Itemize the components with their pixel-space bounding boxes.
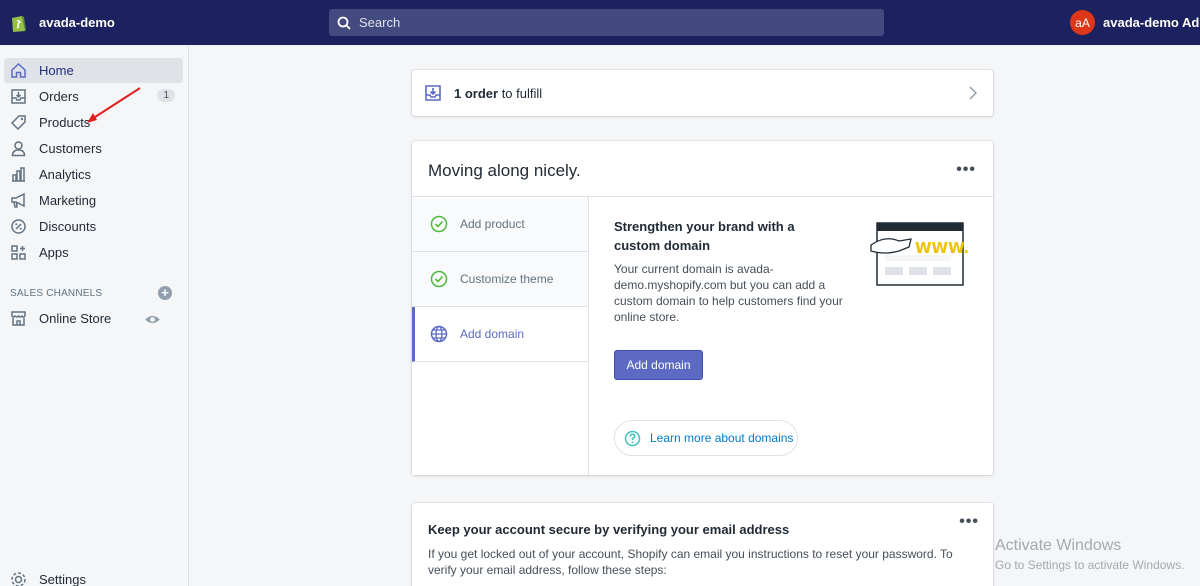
step-customize-theme[interactable]: Customize theme: [412, 252, 588, 307]
verify-email-title: Keep your account secure by verifying yo…: [428, 522, 790, 537]
windows-activation-watermark: Activate Windows Go to Settings to activ…: [995, 537, 1184, 572]
learn-more-domains-link[interactable]: Learn more about domains: [614, 420, 798, 456]
watermark-line-1: Activate Windows: [995, 537, 1122, 554]
verify-email-card: Keep your account secure by verifying yo…: [412, 503, 993, 586]
step-label: Add domain: [460, 327, 525, 341]
account-menu[interactable]: aA avada-demo Admin: [1070, 10, 1200, 35]
step-add-product[interactable]: Add product: [412, 197, 588, 252]
store-name: avada-demo: [39, 15, 115, 30]
check-circle-icon: [430, 215, 448, 233]
svg-text:WWW.: WWW.: [915, 239, 969, 257]
sidebar-item-online-store[interactable]: Online Store: [4, 306, 183, 331]
sidebar-item-label: Apps: [39, 245, 69, 260]
add-domain-button[interactable]: Add domain: [614, 350, 703, 380]
search-placeholder: Search: [359, 15, 401, 30]
steps-filler: [412, 363, 588, 475]
search-icon: [337, 16, 351, 30]
verify-email-description: If you get locked out of your account, S…: [428, 547, 953, 577]
apps-icon: [11, 245, 26, 260]
shopify-logo-icon: [12, 15, 26, 32]
step-add-domain[interactable]: Add domain: [412, 307, 588, 362]
more-actions-icon[interactable]: •••: [956, 161, 976, 179]
sidebar-item-discounts[interactable]: Discounts: [4, 214, 183, 239]
globe-icon: [430, 325, 448, 343]
sidebar-item-label: Customers: [39, 141, 102, 156]
help-circle-icon: [624, 430, 641, 446]
sidebar-item-label: Online Store: [39, 311, 112, 326]
download-tray-icon: [425, 85, 441, 101]
watermark-line-2: Go to Settings to activate Windows.: [995, 558, 1185, 572]
search-input[interactable]: Search: [329, 9, 884, 36]
top-bar: avada-demo Search aA avada-demo Admin: [0, 0, 1200, 45]
sidebar-item-label: Marketing: [39, 193, 97, 208]
check-circle-icon: [430, 270, 448, 288]
setup-steps-list: Add product Customize theme Add domain: [412, 197, 589, 475]
person-icon: [11, 141, 26, 157]
megaphone-icon: [11, 192, 25, 208]
store-brand[interactable]: avada-demo: [0, 13, 329, 33]
sales-channels-heading: SALES CHANNELS: [10, 288, 103, 299]
setup-progress-card: Moving along nicely. ••• Add product Cus…: [412, 141, 993, 475]
domain-description: Your current domain is avada-demo.myshop…: [614, 262, 843, 324]
sidebar-item-label: Products: [39, 115, 91, 130]
annotation-arrow-icon: [87, 87, 141, 123]
sidebar-item-home[interactable]: Home: [4, 58, 183, 83]
account-name: avada-demo Admin: [1103, 15, 1200, 30]
bar-chart-icon: [12, 167, 25, 182]
sidebar-item-customers[interactable]: Customers: [4, 136, 183, 161]
eye-icon[interactable]: [144, 311, 161, 328]
order-count: 1 order: [454, 85, 499, 101]
store-icon: [11, 311, 26, 326]
sidebar-item-settings[interactable]: Settings: [4, 567, 183, 586]
fulfill-suffix: to fulfill: [498, 85, 543, 101]
custom-domain-illustration: WWW.: [870, 222, 969, 286]
step-label: Add product: [460, 217, 525, 231]
sidebar-item-label: Analytics: [39, 167, 92, 182]
sidebar-item-apps[interactable]: Apps: [4, 240, 183, 265]
sidebar-item-label: Discounts: [39, 219, 97, 234]
progress-title: Moving along nicely.: [428, 161, 581, 180]
sidebar-item-label: Settings: [39, 572, 86, 586]
sidebar-item-analytics[interactable]: Analytics: [4, 162, 183, 187]
sidebar-item-label: Orders: [39, 89, 79, 104]
step-label: Customize theme: [460, 272, 554, 286]
orders-to-fulfill-card[interactable]: 1 order to fulfill: [412, 70, 993, 116]
avatar: aA: [1070, 10, 1095, 35]
sidebar-item-marketing[interactable]: Marketing: [4, 188, 183, 213]
fulfill-text: 1 order to fulfill: [454, 86, 542, 101]
learn-more-label: Learn more about domains: [650, 431, 794, 445]
chevron-right-icon: [969, 86, 977, 100]
domain-heading: Strengthen your brand with a custom doma…: [614, 219, 795, 253]
home-icon: [11, 62, 26, 78]
add-sales-channel-icon[interactable]: +: [158, 286, 172, 300]
orders-count-badge: 1: [157, 89, 175, 102]
gear-icon: [11, 572, 26, 586]
more-actions-icon[interactable]: •••: [959, 513, 979, 531]
sidebar-item-label: Home: [39, 63, 74, 78]
orders-icon: [11, 89, 26, 104]
tag-icon: [10, 115, 26, 131]
discount-icon: [11, 219, 26, 234]
